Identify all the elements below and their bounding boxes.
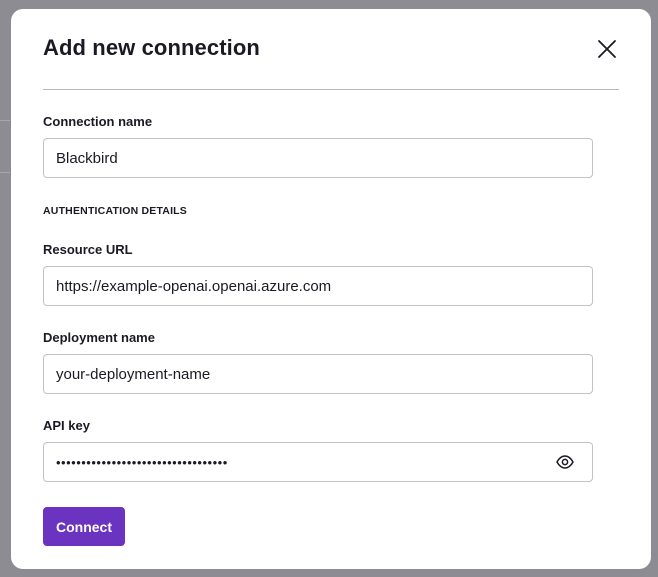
dialog-title: Add new connection	[43, 35, 260, 60]
add-connection-dialog: Add new connection Connection name AUTHE…	[11, 9, 651, 569]
connection-name-label: Connection name	[43, 114, 153, 129]
backdrop-divider	[0, 172, 10, 173]
resource-url-field[interactable]	[43, 266, 593, 306]
deployment-name-input[interactable]	[56, 355, 536, 393]
close-button[interactable]	[596, 38, 618, 60]
close-icon	[598, 40, 616, 58]
api-key-input[interactable]	[56, 443, 536, 481]
eye-icon	[556, 455, 574, 469]
connection-name-field[interactable]	[43, 138, 593, 178]
api-key-field[interactable]	[43, 442, 593, 482]
deployment-name-label: Deployment name	[43, 330, 155, 345]
api-key-label: API key	[43, 418, 90, 433]
backdrop-divider	[0, 120, 10, 121]
resource-url-input[interactable]	[56, 267, 536, 305]
header-divider	[43, 89, 619, 90]
connect-button[interactable]: Connect	[43, 507, 125, 546]
toggle-visibility-button[interactable]	[555, 452, 575, 472]
deployment-name-field[interactable]	[43, 354, 593, 394]
resource-url-label: Resource URL	[43, 242, 133, 257]
authentication-section-label: AUTHENTICATION DETAILS	[43, 205, 188, 217]
connection-name-input[interactable]	[56, 139, 536, 177]
